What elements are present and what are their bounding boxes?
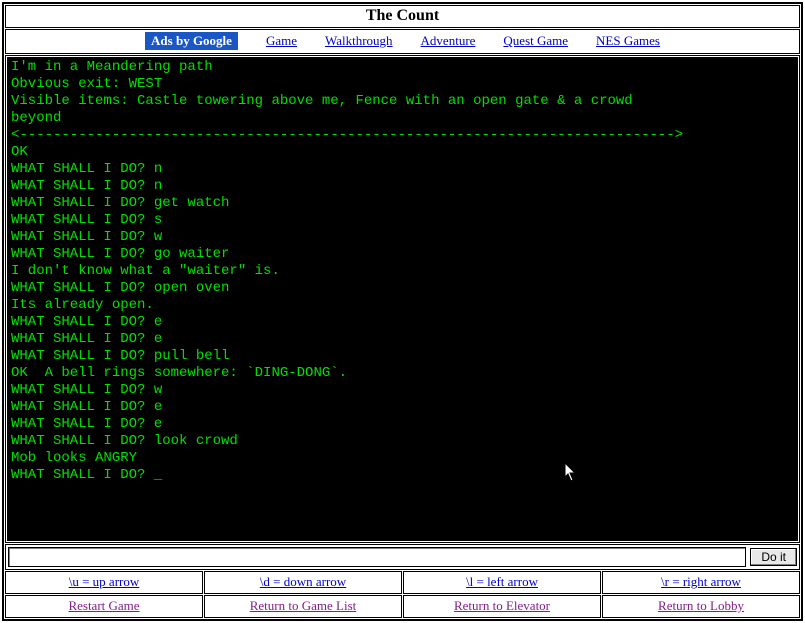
nav-link-quest-game[interactable]: Quest Game — [503, 33, 568, 48]
ads-by-google-badge[interactable]: Ads by Google — [145, 32, 238, 50]
link-return-elevator[interactable]: Return to Elevator — [454, 598, 550, 613]
link-return-game-list[interactable]: Return to Game List — [250, 598, 357, 613]
nav-link-nes-games[interactable]: NES Games — [596, 33, 660, 48]
terminal-output: I'm in a Meandering path Obvious exit: W… — [7, 57, 798, 541]
hint-row-arrows: \u = up arrow \d = down arrow \l = left … — [5, 571, 800, 594]
hint-down-arrow[interactable]: \d = down arrow — [260, 574, 346, 589]
nav-link-adventure[interactable]: Adventure — [421, 33, 476, 48]
link-return-lobby[interactable]: Return to Lobby — [658, 598, 744, 613]
command-row: Do it — [5, 544, 800, 570]
hint-up-arrow[interactable]: \u = up arrow — [69, 574, 140, 589]
do-it-button[interactable]: Do it — [750, 548, 797, 566]
app-frame: The Count Ads by GoogleGameWalkthroughAd… — [2, 2, 803, 621]
nav-link-walkthrough[interactable]: Walkthrough — [325, 33, 393, 48]
page-title: The Count — [5, 5, 800, 28]
hint-right-arrow[interactable]: \r = right arrow — [661, 574, 741, 589]
hint-left-arrow[interactable]: \l = left arrow — [466, 574, 538, 589]
command-input[interactable] — [8, 547, 746, 567]
terminal-container: I'm in a Meandering path Obvious exit: W… — [5, 55, 800, 543]
link-restart-game[interactable]: Restart Game — [68, 598, 139, 613]
nav-link-game[interactable]: Game — [266, 33, 297, 48]
top-nav: Ads by Google Game Walkthrough Adventure Que… — [5, 29, 800, 54]
mouse-cursor-icon — [565, 463, 577, 482]
